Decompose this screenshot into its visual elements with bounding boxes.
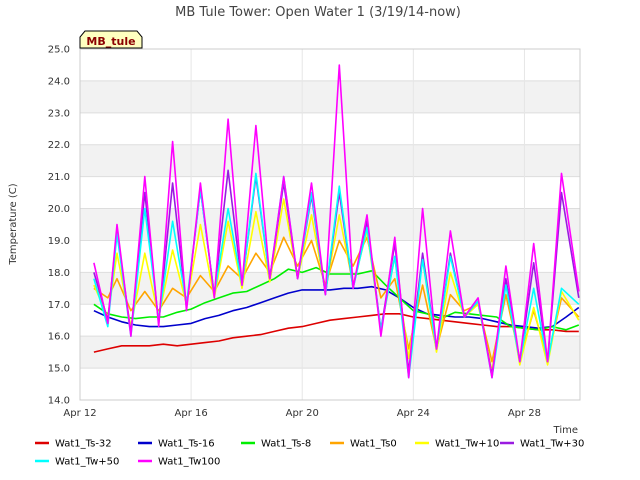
legend-label: Wat1_Ts-32 xyxy=(55,439,112,450)
plot-band xyxy=(80,144,580,177)
legend-label: Wat1_Tw+10 xyxy=(435,439,499,450)
x-tick-label: Apr 20 xyxy=(286,408,319,419)
x-axis: Apr 12 Apr 16 Apr 20 Apr 24 Apr 28 xyxy=(63,408,541,419)
legend-label: Wat1_Tw100 xyxy=(158,457,220,468)
y-tick-label: 15.0 xyxy=(48,364,70,375)
y-tick-label: 25.0 xyxy=(48,45,70,56)
y-axis: 14.0 15.0 16.0 17.0 18.0 19.0 20.0 21.0 22.0 23.0… xyxy=(48,45,70,407)
y-tick-label: 23.0 xyxy=(48,108,70,119)
y-tick-label: 22.0 xyxy=(48,140,70,151)
x-tick-label: Apr 16 xyxy=(175,408,208,419)
y-tick-label: 24.0 xyxy=(48,76,70,87)
legend-label: Wat1_Ts-16 xyxy=(158,439,215,450)
y-tick-label: 20.0 xyxy=(48,204,70,215)
chart-title: MB Tule Tower: Open Water 1 (3/19/14-now… xyxy=(175,5,461,20)
site-badge-label: MB_tule xyxy=(86,35,135,48)
y-tick-label: 18.0 xyxy=(48,268,70,279)
legend-label: Wat1_Tw+50 xyxy=(55,457,119,468)
x-tick-label: Apr 12 xyxy=(63,408,96,419)
y-tick-label: 19.0 xyxy=(48,236,70,247)
y-tick-label: 21.0 xyxy=(48,172,70,183)
legend-label: Wat1_Tw+30 xyxy=(520,439,584,450)
y-tick-label: 14.0 xyxy=(48,396,70,407)
y-tick-label: 17.0 xyxy=(48,300,70,311)
x-tick-label: Apr 24 xyxy=(397,408,430,419)
plot-band xyxy=(80,336,580,369)
legend-label: Wat1_Ts0 xyxy=(350,439,397,450)
chart: MB Tule Tower: Open Water 1 (3/19/14-now… xyxy=(8,5,584,468)
x-axis-label: Time xyxy=(553,425,578,436)
legend: Wat1_Ts-32 Wat1_Ts-16 Wat1_Ts-8 Wat1_Ts0 Wat… xyxy=(35,439,584,468)
legend-label: Wat1_Ts-8 xyxy=(261,439,311,450)
y-tick-label: 16.0 xyxy=(48,332,70,343)
site-badge: MB_tule xyxy=(79,30,143,49)
x-tick-label: Apr 28 xyxy=(508,408,541,419)
y-axis-label: Temperature (C) xyxy=(8,183,19,265)
plot-band xyxy=(80,80,580,113)
